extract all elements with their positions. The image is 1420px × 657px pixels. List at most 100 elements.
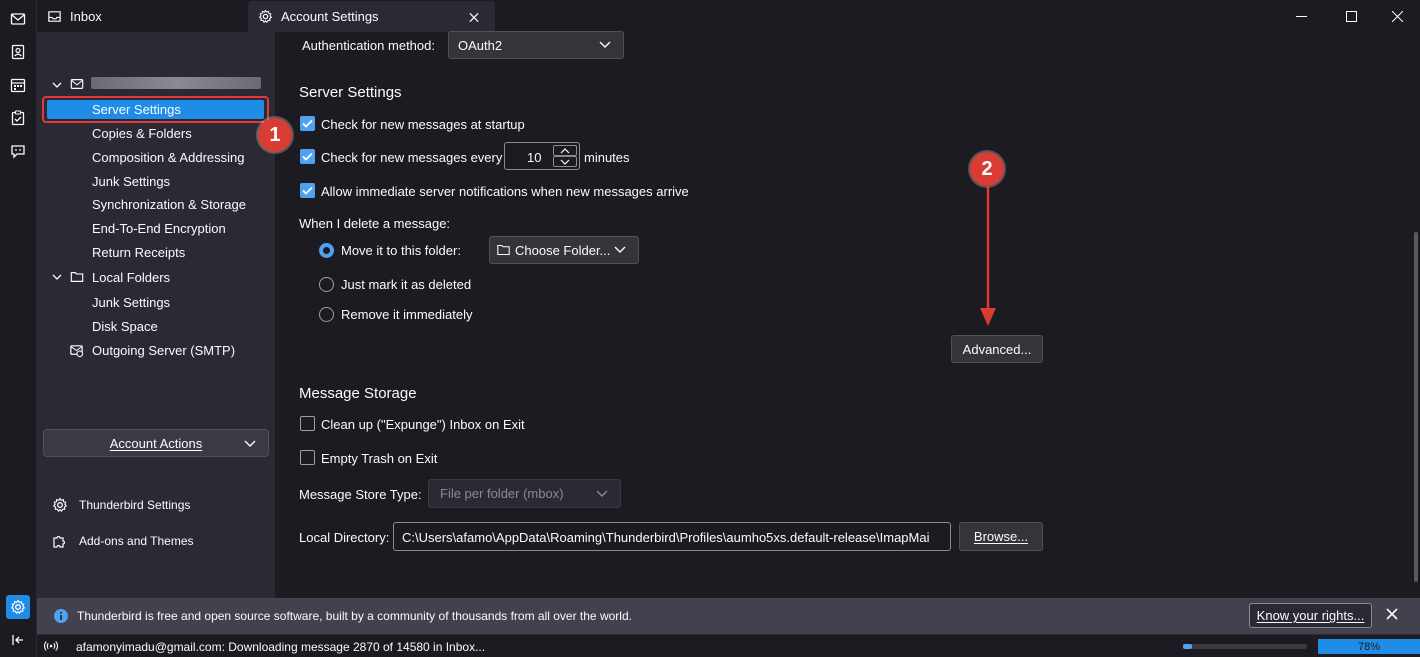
move-to-folder-label: Move it to this folder: — [341, 243, 461, 258]
checkmark-icon — [302, 186, 313, 195]
choose-folder-button[interactable]: Choose Folder... — [489, 236, 639, 264]
check-startup-checkbox[interactable] — [300, 116, 315, 131]
status-bar: afamonyimadu@gmail.com: Downloading mess… — [37, 634, 1420, 657]
window-close-button[interactable] — [1374, 0, 1420, 32]
maximize-button[interactable] — [1328, 0, 1374, 32]
folder-icon — [497, 245, 510, 255]
allow-notifications-checkbox[interactable] — [300, 183, 315, 198]
cleanup-checkbox[interactable] — [300, 416, 315, 431]
scrollbar-thumb[interactable] — [1414, 232, 1418, 582]
delete-message-label: When I delete a message: — [299, 216, 451, 231]
maximize-icon — [1345, 10, 1357, 22]
store-type-select[interactable]: File per folder (mbox) — [428, 479, 621, 508]
chevron-down-icon[interactable] — [51, 79, 63, 91]
account-actions-label: Account Actions — [109, 435, 203, 451]
chevron-down-icon — [596, 490, 608, 497]
tasks-icon[interactable] — [6, 106, 30, 130]
folder-icon — [70, 272, 84, 282]
tree-item-composition[interactable]: Composition & Addressing — [92, 146, 244, 168]
chevron-down-icon — [599, 41, 611, 48]
browse-button[interactable]: Browse... — [959, 522, 1043, 551]
auth-method-select[interactable]: OAuth2 — [448, 31, 624, 59]
local-directory-input[interactable]: C:\Users\afamo\AppData\Roaming\Thunderbi… — [393, 522, 951, 551]
allow-notifications-label: Allow immediate server notifications whe… — [321, 184, 689, 199]
server-settings-heading: Server Settings — [299, 84, 402, 101]
remove-immediately-label: Remove it immediately — [341, 307, 473, 322]
tab-inbox-label: Inbox — [70, 9, 102, 24]
notification-text: Thunderbird is free and open source soft… — [77, 609, 632, 623]
info-icon — [54, 609, 68, 623]
mark-deleted-radio[interactable] — [319, 277, 334, 292]
scrollbar[interactable] — [1412, 32, 1420, 598]
local-directory-label: Local Directory: — [299, 530, 390, 545]
annotation-arrow — [980, 186, 996, 326]
tab-bar: Inbox Account Settings — [37, 0, 1420, 32]
collapse-spaces-icon[interactable] — [6, 628, 30, 652]
tree-item-sync-storage[interactable]: Synchronization & Storage — [92, 193, 246, 215]
settings-space-icon[interactable] — [6, 595, 30, 619]
mark-deleted-label: Just mark it as deleted — [341, 277, 472, 292]
online-status-icon[interactable] — [44, 640, 58, 652]
tree-item-e2e-encryption[interactable]: End-To-End Encryption — [92, 217, 226, 239]
minimize-icon — [1295, 15, 1307, 17]
tree-item-outgoing-server[interactable]: Outgoing Server (SMTP) — [92, 339, 235, 361]
chevron-down-icon[interactable] — [51, 271, 63, 283]
advanced-button[interactable]: Advanced... — [951, 335, 1043, 363]
download-progress-bar — [1183, 644, 1307, 649]
tree-item-local-junk[interactable]: Junk Settings — [92, 291, 170, 313]
empty-trash-label: Empty Trash on Exit — [321, 451, 438, 466]
chevron-down-icon — [244, 440, 256, 447]
tree-item-return-receipts[interactable]: Return Receipts — [92, 241, 185, 263]
zoom-level-badge[interactable]: 78% — [1318, 639, 1420, 654]
puzzle-icon — [53, 535, 66, 548]
checkmark-icon — [302, 119, 313, 128]
annotation-badge-1: 1 — [258, 118, 292, 152]
check-startup-label: Check for new messages at startup — [321, 117, 525, 132]
close-icon[interactable] — [469, 8, 487, 26]
mail-icon[interactable] — [6, 7, 30, 31]
remove-immediately-radio[interactable] — [319, 307, 334, 322]
store-type-value: File per folder (mbox) — [440, 486, 564, 501]
tree-item-local-folders[interactable]: Local Folders — [92, 266, 170, 288]
auth-method-label: Authentication method: — [302, 38, 435, 53]
tree-item-copies-folders[interactable]: Copies & Folders — [92, 122, 192, 144]
minutes-label: minutes — [584, 150, 630, 165]
local-directory-value: C:\Users\afamo\AppData\Roaming\Thunderbi… — [402, 530, 930, 545]
know-your-rights-button[interactable]: Know your rights... — [1249, 603, 1372, 628]
gear-icon — [258, 9, 273, 24]
zoom-level-value: 78% — [1357, 640, 1381, 653]
thunderbird-settings-link[interactable]: Thunderbird Settings — [52, 495, 190, 515]
account-name-redacted[interactable] — [91, 77, 261, 89]
chevron-down-icon — [614, 246, 626, 253]
tree-item-server-settings-label: Server Settings — [92, 101, 181, 117]
tab-inbox[interactable]: Inbox — [37, 1, 247, 32]
account-icon — [70, 79, 84, 89]
minimize-button[interactable] — [1278, 0, 1324, 32]
account-actions-button[interactable]: Account Actions — [43, 429, 269, 457]
inbox-icon — [48, 11, 61, 22]
checkmark-icon — [302, 152, 313, 161]
tree-item-disk-space[interactable]: Disk Space — [92, 315, 158, 337]
stepper-down-button[interactable] — [553, 156, 577, 167]
cleanup-label: Clean up ("Expunge") Inbox on Exit — [321, 417, 525, 432]
move-to-folder-radio[interactable] — [319, 243, 334, 258]
window-close-icon — [1391, 10, 1403, 22]
check-every-label: Check for new messages every — [321, 150, 503, 165]
gear-icon — [52, 497, 68, 513]
empty-trash-checkbox[interactable] — [300, 450, 315, 465]
auth-method-value: OAuth2 — [458, 37, 503, 53]
calendar-icon[interactable] — [6, 73, 30, 97]
addons-themes-link[interactable]: Add-ons and Themes — [52, 531, 194, 551]
check-every-checkbox[interactable] — [300, 149, 315, 164]
tree-item-junk-settings[interactable]: Junk Settings — [92, 170, 170, 192]
stepper-up-button[interactable] — [553, 145, 577, 156]
choose-folder-label: Choose Folder... — [515, 242, 611, 258]
chat-icon[interactable] — [6, 139, 30, 163]
thunderbird-settings-label: Thunderbird Settings — [79, 498, 191, 512]
address-book-icon[interactable] — [6, 40, 30, 64]
close-icon[interactable] — [1386, 608, 1402, 624]
check-interval-stepper[interactable]: 10 — [504, 142, 580, 170]
tab-account-settings[interactable]: Account Settings — [248, 1, 495, 32]
addons-themes-label: Add-ons and Themes — [79, 534, 194, 548]
tab-account-settings-label: Account Settings — [281, 9, 379, 24]
